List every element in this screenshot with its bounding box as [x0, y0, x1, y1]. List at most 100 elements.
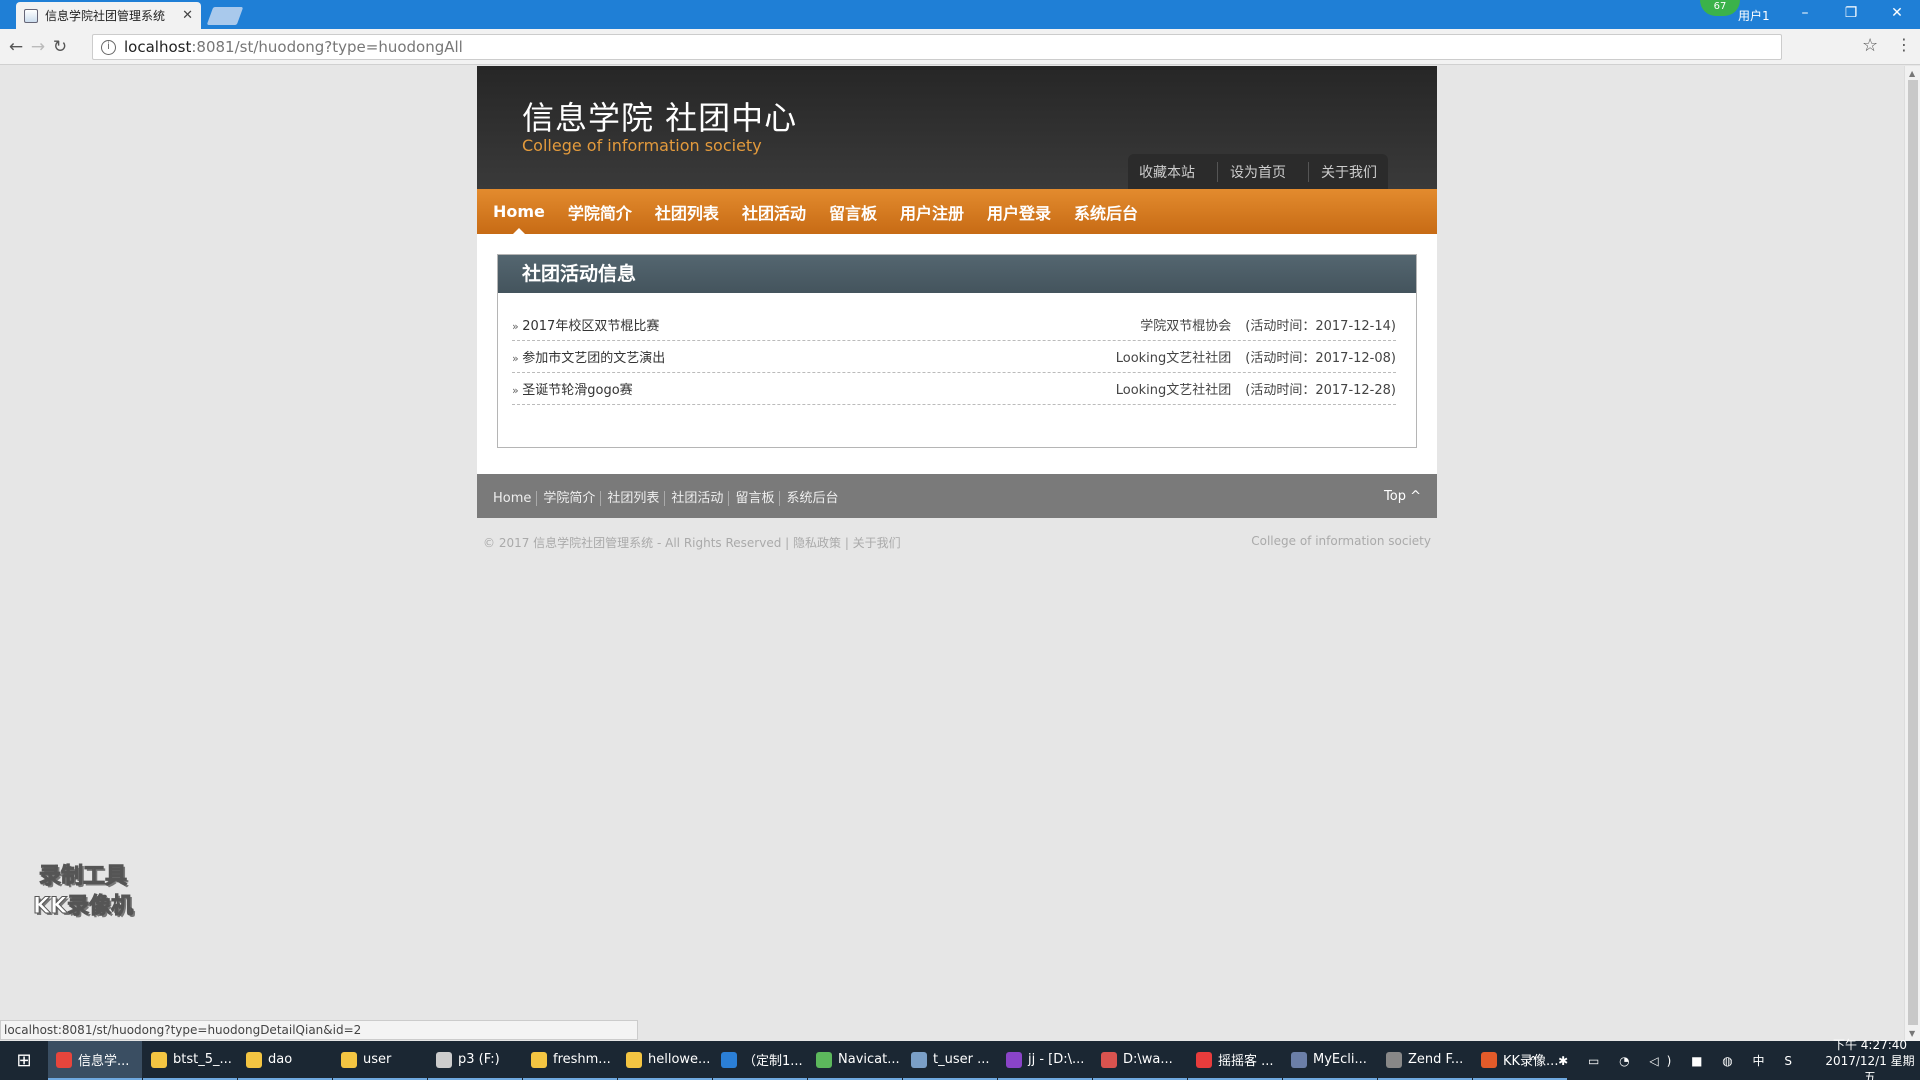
forward-icon[interactable]: → [28, 37, 48, 57]
browser-menu-icon[interactable]: ⋮ [1896, 35, 1912, 54]
activity-meta: 学院双节棍协会 (活动时间：2017-12-14) [1140, 315, 1396, 334]
footer-link-club-list[interactable]: 社团列表 [600, 490, 660, 506]
back-to-top-link[interactable]: Top ^ [1384, 489, 1421, 504]
taskbar-item[interactable]: t_user ... [903, 1041, 997, 1080]
user-badge: 67 [1700, 0, 1740, 16]
clock-time: 下午 4:27:40 [1832, 1037, 1908, 1052]
top-link-about[interactable]: 关于我们 [1308, 161, 1377, 182]
link-status-bar: localhost:8081/st/huodong?type=huodongDe… [0, 1020, 638, 1040]
window-controls: – ❐ ✕ [1782, 0, 1920, 29]
site-footer: Home 学院简介 社团列表 社团活动 留言板 系统后台 Top ^ [477, 474, 1437, 518]
system-tray: ^ ✱ ▭ ◔ ◁) ■ ◍ 中 S 下午 4:27:40 2017/12/1 … [1528, 1038, 1920, 1080]
url-input[interactable]: i localhost:8081/st/huodong?type=huodong… [92, 34, 1782, 60]
list-item: 2017年校区双节棍比赛 学院双节棍协会 (活动时间：2017-12-14) [512, 309, 1396, 341]
app-icon [151, 1051, 167, 1068]
activity-time: (活动时间：2017-12-28) [1245, 383, 1396, 398]
site-subtitle: College of information society [522, 136, 762, 155]
taskbar-item-label: Zend F... [1408, 1052, 1464, 1067]
taskbar-item-label: 摇摇客 ... [1218, 1054, 1274, 1069]
restore-icon[interactable]: ❐ [1828, 0, 1874, 29]
top-link-bookmark[interactable]: 收藏本站 [1139, 162, 1195, 182]
minimize-icon[interactable]: – [1782, 0, 1828, 29]
app-icon [626, 1051, 642, 1068]
taskbar-item[interactable]: p3 (F:) [428, 1041, 522, 1080]
app-icon [816, 1051, 832, 1068]
nav-login[interactable]: 用户登录 [987, 200, 1051, 224]
activity-meta: Looking文艺社社团 (活动时间：2017-12-08) [1116, 347, 1396, 366]
browser-titlebar: 信息学院社团管理系统 ✕ 67 用户1 – ❐ ✕ [0, 0, 1920, 29]
browser-tab[interactable]: 信息学院社团管理系统 ✕ [16, 2, 201, 29]
nav-club-list[interactable]: 社团列表 [655, 200, 719, 224]
app-icon [531, 1051, 547, 1068]
close-window-icon[interactable]: ✕ [1874, 0, 1920, 29]
taskbar-item-label: btst_5_... [173, 1052, 232, 1067]
page-scrollbar[interactable]: ▲ ▼ [1904, 66, 1920, 1041]
scroll-up-icon[interactable]: ▲ [1909, 69, 1915, 78]
nav-club-activities[interactable]: 社团活动 [742, 200, 806, 224]
nav-home[interactable]: Home [493, 202, 545, 234]
taskbar-item[interactable]: D:\wa... [1093, 1041, 1187, 1080]
watermark-line-1: 录制工具 [39, 864, 128, 890]
clock[interactable]: 下午 4:27:40 2017/12/1 星期五 [1820, 1037, 1920, 1080]
scroll-thumb[interactable] [1908, 80, 1918, 1025]
taskbar-item[interactable]: 信息学... [48, 1041, 142, 1080]
activity-link[interactable]: 圣诞节轮滑gogo赛 [512, 379, 632, 398]
taskbar: ⊞ 信息学... btst_5_... dao user p3 (F:) freshm..… [0, 1038, 1920, 1080]
taskbar-item[interactable]: Zend F... [1378, 1041, 1472, 1080]
app-icon [1481, 1051, 1497, 1068]
activity-time: (活动时间：2017-12-14) [1245, 319, 1396, 334]
main-content: 社团活动信息 2017年校区双节棍比赛 学院双节棍协会 (活动时间：2017-12… [477, 234, 1437, 474]
top-links: 收藏本站 设为首页 关于我们 [1128, 154, 1388, 189]
site-header: 信息学院 社团中心 College of information society… [477, 66, 1437, 189]
top-link-set-home[interactable]: 设为首页 [1217, 161, 1286, 182]
footer-link-intro[interactable]: 学院简介 [536, 490, 596, 506]
taskbar-item[interactable]: hellowe... [618, 1041, 712, 1080]
taskbar-item[interactable]: 摇摇客 ... [1188, 1041, 1282, 1080]
footer-link-message-board[interactable]: 留言板 [728, 490, 775, 506]
taskbar-item-label: （定制1... [743, 1054, 803, 1069]
main-nav: Home 学院简介 社团列表 社团活动 留言板 用户注册 用户登录 系统后台 [477, 189, 1437, 234]
tab-title: 信息学院社团管理系统 [45, 9, 166, 23]
back-icon[interactable]: ← [6, 37, 26, 57]
activity-list: 2017年校区双节棍比赛 学院双节棍协会 (活动时间：2017-12-14) 参加… [498, 293, 1416, 405]
taskbar-item[interactable]: btst_5_... [143, 1041, 237, 1080]
footer-link-home[interactable]: Home [493, 491, 531, 506]
footer-links: Home 学院简介 社团列表 社团活动 留言板 系统后台 [493, 487, 839, 506]
app-icon [721, 1051, 737, 1068]
taskbar-item[interactable]: user [333, 1041, 427, 1080]
activity-meta: Looking文艺社社团 (活动时间：2017-12-28) [1116, 379, 1396, 398]
taskbar-item[interactable]: freshm... [523, 1041, 617, 1080]
address-bar: ← → ↻ i localhost:8081/st/huodong?type=h… [0, 29, 1920, 65]
taskbar-item-label: p3 (F:) [458, 1052, 500, 1067]
activity-link[interactable]: 2017年校区双节棍比赛 [512, 315, 659, 334]
reload-icon[interactable]: ↻ [50, 37, 70, 57]
site-container: 信息学院 社团中心 College of information society… [477, 66, 1437, 551]
footer-link-activities[interactable]: 社团活动 [664, 490, 724, 506]
taskbar-item[interactable]: MyEcli... [1283, 1041, 1377, 1080]
watermark-line-2: KK录像机 [32, 894, 134, 920]
site-info-icon[interactable]: i [101, 39, 116, 55]
site-title: 信息学院 社团中心 [522, 99, 798, 137]
close-tab-icon[interactable]: ✕ [182, 8, 193, 23]
taskbar-item[interactable]: dao [238, 1041, 332, 1080]
windows-start-icon[interactable]: ⊞ [0, 1050, 48, 1071]
new-tab-button[interactable] [206, 7, 244, 25]
nav-message-board[interactable]: 留言板 [829, 200, 877, 224]
page-viewport: 信息学院 社团中心 College of information society… [0, 66, 1904, 1041]
activity-link[interactable]: 参加市文艺团的文艺演出 [512, 347, 665, 366]
footer-link-admin[interactable]: 系统后台 [779, 490, 839, 506]
tray-icons[interactable]: ^ ✱ ▭ ◔ ◁) ■ ◍ 中 S [1528, 1052, 1800, 1069]
nav-register[interactable]: 用户注册 [900, 200, 964, 224]
app-icon [1196, 1051, 1212, 1068]
list-item: 参加市文艺团的文艺演出 Looking文艺社社团 (活动时间：2017-12-08… [512, 341, 1396, 373]
taskbar-item[interactable]: （定制1... [713, 1041, 807, 1080]
taskbar-item[interactable]: jj - [D:\... [998, 1041, 1092, 1080]
profile-user-label[interactable]: 用户1 [1738, 7, 1770, 24]
activity-club: 学院双节棍协会 [1140, 319, 1232, 334]
bookmark-star-icon[interactable]: ☆ [1862, 35, 1878, 56]
url-path: :8081/st/huodong?type=huodongAll [191, 38, 463, 56]
app-icon [246, 1051, 262, 1068]
nav-admin[interactable]: 系统后台 [1074, 200, 1138, 224]
nav-college-intro[interactable]: 学院简介 [568, 200, 632, 224]
taskbar-item[interactable]: Navicat... [808, 1041, 902, 1080]
